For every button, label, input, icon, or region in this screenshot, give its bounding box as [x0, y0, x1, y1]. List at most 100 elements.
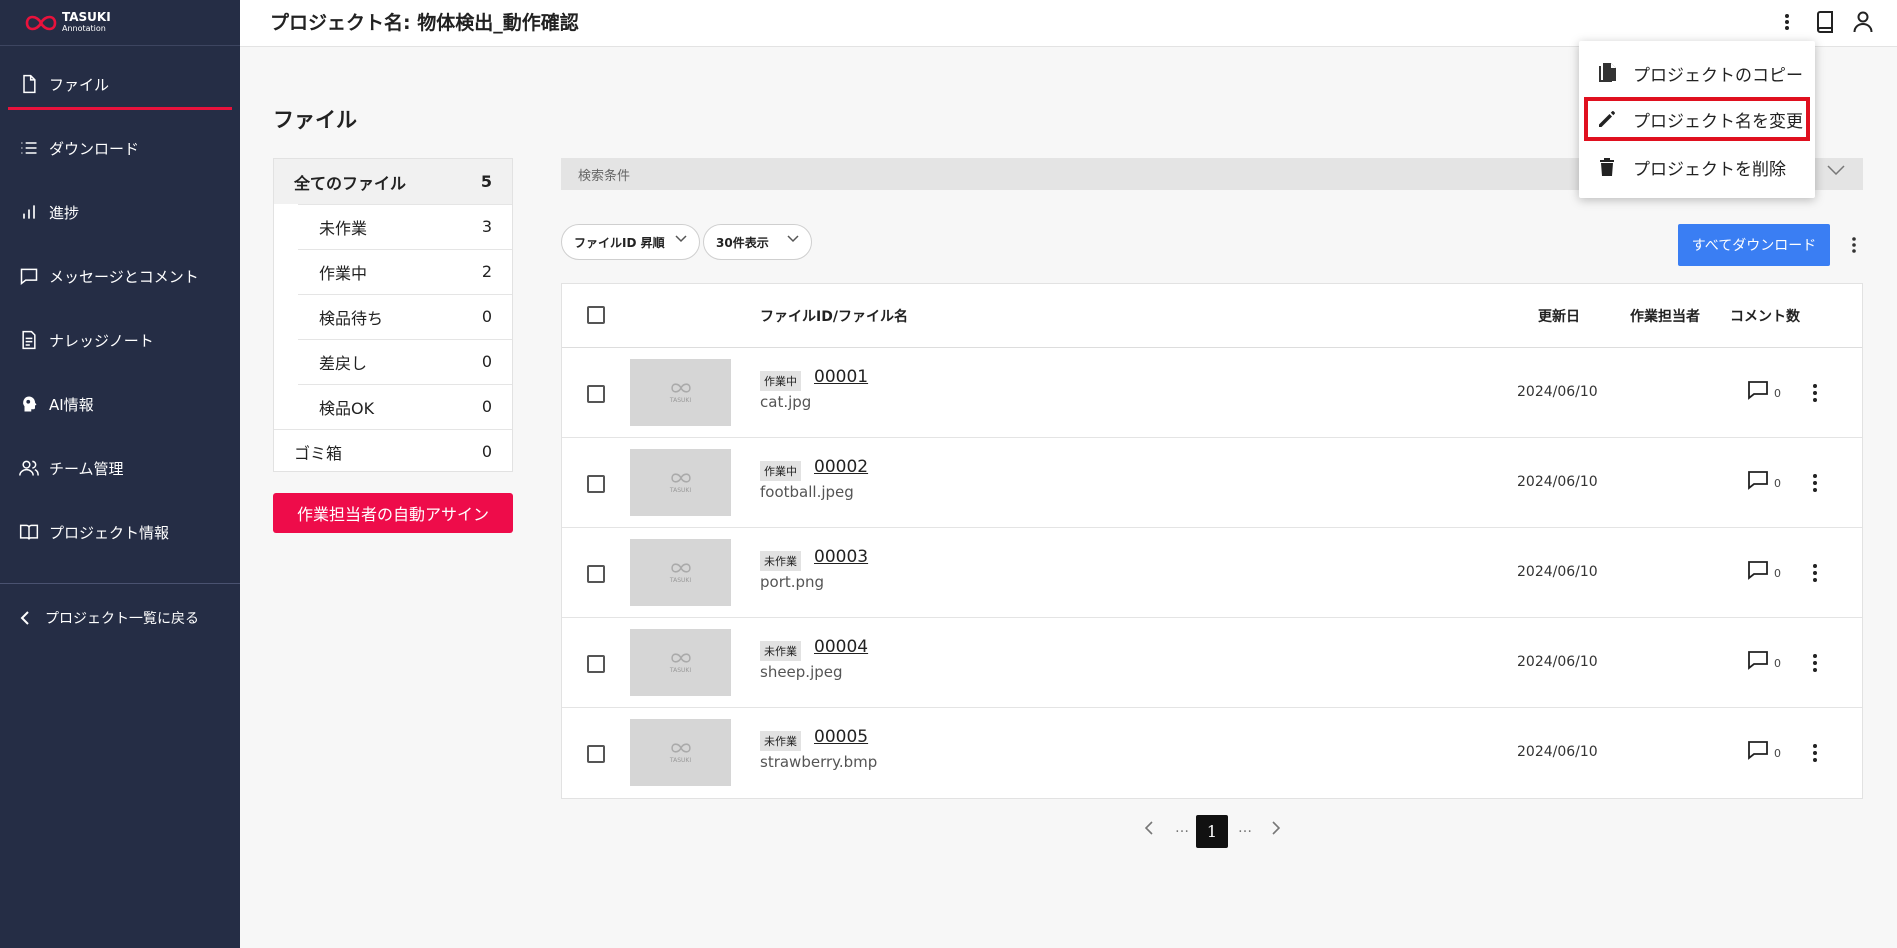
updated-date: 2024/06/10 — [1517, 564, 1598, 580]
filter-unstarted[interactable]: 未作業 3 — [274, 204, 512, 249]
next-page-button[interactable] — [1266, 816, 1286, 840]
tasuki-logo-icon — [670, 743, 691, 753]
filter-label: 作業中 — [319, 263, 368, 283]
file-id-link[interactable]: 00002 — [814, 457, 868, 477]
row-checkbox[interactable] — [587, 655, 605, 673]
header: プロジェクト名: 物体検出_動作確認 — [240, 0, 1897, 47]
auto-assign-button[interactable]: 作業担当者の自動アサイン — [273, 493, 513, 533]
row-checkbox[interactable] — [587, 565, 605, 583]
filter-trash[interactable]: ゴミ箱 0 — [274, 429, 512, 474]
filter-all-files[interactable]: 全てのファイル 5 — [274, 159, 512, 204]
per-page-select[interactable]: 30件表示 — [703, 224, 812, 260]
sidebar-item-project-info[interactable]: プロジェクト情報 — [0, 512, 240, 552]
sidebar-item-knowledge[interactable]: ナレッジノート — [0, 320, 240, 360]
file-id-link[interactable]: 00003 — [814, 547, 868, 567]
thumbnail[interactable]: TASUKI — [630, 719, 731, 786]
chevron-down-icon — [1827, 165, 1845, 175]
user-icon — [1853, 11, 1873, 33]
logo-subtext: Annotation — [62, 23, 106, 33]
row-checkbox[interactable] — [587, 745, 605, 763]
logo[interactable]: TASUKI Annotation — [0, 0, 240, 46]
prev-page-button[interactable] — [1139, 816, 1159, 840]
menu-item-copy-project[interactable]: プロジェクトのコピー — [1579, 51, 1815, 95]
row-more-button[interactable] — [1803, 651, 1827, 675]
comment-icon — [1748, 561, 1768, 580]
filter-count: 0 — [481, 397, 492, 416]
filter-awaiting-inspection[interactable]: 検品待ち 0 — [274, 294, 512, 339]
row-more-button[interactable] — [1803, 741, 1827, 765]
file-id-link[interactable]: 00005 — [814, 727, 868, 747]
comment-count[interactable]: 0 — [1747, 650, 1781, 670]
sidebar-item-files[interactable]: ファイル — [0, 64, 240, 110]
row-more-button[interactable] — [1803, 471, 1827, 495]
thumbnail[interactable]: TASUKI — [630, 629, 731, 696]
more-vertical-icon — [1813, 744, 1817, 762]
file-icon — [17, 72, 41, 96]
download-all-button[interactable]: すべてダウンロード — [1678, 224, 1830, 266]
status-badge: 未作業 — [760, 551, 801, 571]
toolbar-more-button[interactable] — [1842, 233, 1866, 257]
sort-label: ファイルID 昇順 — [574, 235, 665, 250]
filter-in-progress[interactable]: 作業中 2 — [274, 249, 512, 294]
more-vertical-icon — [1813, 654, 1817, 672]
file-id-link[interactable]: 00004 — [814, 637, 868, 657]
updated-date: 2024/06/10 — [1517, 654, 1598, 670]
thumbnail-label: TASUKI — [669, 487, 692, 494]
team-icon — [17, 456, 41, 480]
status-badge: 作業中 — [760, 371, 801, 391]
back-to-projects-link[interactable]: プロジェクト一覧に戻る — [0, 598, 240, 638]
column-comments: コメント数 — [1730, 309, 1800, 325]
more-vertical-icon — [1813, 474, 1817, 492]
menu-item-label: プロジェクトのコピー — [1633, 65, 1803, 86]
filter-inspection-ok[interactable]: 検品OK 0 — [274, 384, 512, 429]
manual-button[interactable] — [1811, 8, 1839, 36]
file-name: strawberry.bmp — [760, 753, 878, 771]
comment-count[interactable]: 0 — [1747, 470, 1781, 490]
thumbnail[interactable]: TASUKI — [630, 449, 731, 516]
filter-label: ゴミ箱 — [294, 443, 343, 463]
document-icon — [17, 328, 41, 352]
sidebar-item-messages[interactable]: メッセージとコメント — [0, 256, 240, 296]
file-id-link[interactable]: 00001 — [814, 367, 868, 387]
comment-count[interactable]: 0 — [1747, 740, 1781, 760]
sidebar-item-download[interactable]: ダウンロード — [0, 128, 240, 168]
menu-item-rename-project[interactable]: プロジェクト名を変更 — [1584, 97, 1810, 141]
page-title-project: プロジェクト名: 物体検出_動作確認 — [270, 12, 579, 34]
menu-item-delete-project[interactable]: プロジェクトを削除 — [1579, 145, 1815, 189]
file-name: football.jpeg — [760, 483, 854, 501]
header-more-button[interactable] — [1773, 8, 1801, 36]
logo-text: TASUKI — [62, 9, 111, 24]
row-more-button[interactable] — [1803, 381, 1827, 405]
copy-icon — [1595, 61, 1619, 85]
thumbnail[interactable]: TASUKI — [630, 359, 731, 426]
book-icon — [17, 520, 41, 544]
filter-label: 全てのファイル — [294, 173, 407, 193]
message-icon — [17, 264, 41, 288]
pagination-ellipsis: … — [1175, 820, 1189, 836]
comment-icon — [1748, 381, 1768, 400]
filter-count: 0 — [481, 442, 492, 461]
sidebar-item-label: チーム管理 — [49, 459, 124, 478]
user-button[interactable] — [1849, 8, 1877, 36]
sidebar-item-progress[interactable]: 進捗 — [0, 192, 240, 232]
filter-label: 検品待ち — [319, 308, 384, 328]
bar-chart-icon — [17, 200, 41, 224]
row-checkbox[interactable] — [587, 385, 605, 403]
thumbnail[interactable]: TASUKI — [630, 539, 731, 606]
tasuki-logo-icon — [670, 653, 691, 663]
sidebar-item-label: ファイル — [49, 75, 110, 94]
page-button-current[interactable]: 1 — [1196, 815, 1228, 848]
search-label: 検索条件 — [578, 169, 631, 184]
table-row: TASUKI 作業中 00001 cat.jpg 2024/06/10 0 — [562, 348, 1862, 438]
row-checkbox[interactable] — [587, 475, 605, 493]
comment-number: 0 — [1774, 747, 1781, 760]
sidebar-item-team[interactable]: チーム管理 — [0, 448, 240, 488]
sidebar-item-ai-info[interactable]: AI情報 — [0, 384, 240, 424]
sort-select[interactable]: ファイルID 昇順 — [561, 224, 700, 260]
row-more-button[interactable] — [1803, 561, 1827, 585]
select-all-checkbox[interactable] — [587, 306, 605, 324]
filter-returned[interactable]: 差戻し 0 — [274, 339, 512, 384]
comment-count[interactable]: 0 — [1747, 560, 1781, 580]
comment-count[interactable]: 0 — [1747, 380, 1781, 400]
filter-label: 差戻し — [319, 353, 368, 373]
